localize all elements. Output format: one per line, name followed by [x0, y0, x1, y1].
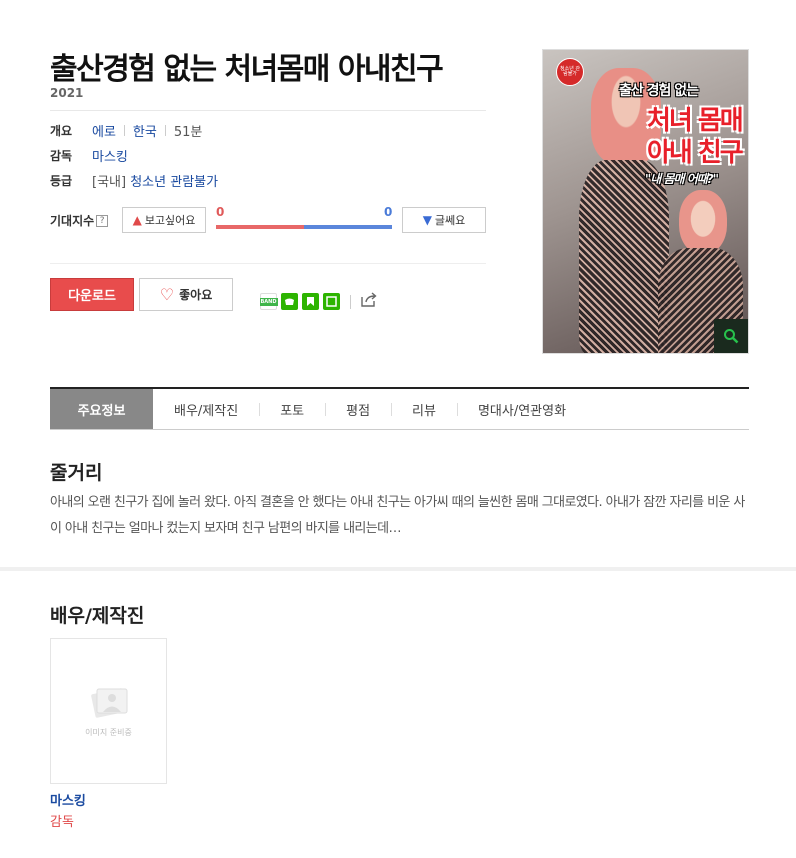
want-to-see-button[interactable]: ▲ 보고싶어요	[122, 207, 206, 233]
rating-label: 등급	[50, 173, 73, 188]
want-bar-fill	[216, 225, 304, 229]
movie-poster[interactable]: 청소년 관람불가 출산 경험 없는 처녀 몸매 아내 친구 "내 몸매 어때?"	[542, 49, 749, 354]
tab-rating[interactable]: 평점	[325, 389, 391, 429]
cast-section-title: 배우/제작진	[50, 605, 145, 627]
tab-bar: 주요정보 배우/제작진 포토 평점 리뷰 명대사/연관영화	[50, 389, 749, 430]
thumbs-down-icon: ▼	[422, 213, 432, 227]
green-icon[interactable]	[281, 293, 298, 310]
rating-row: 등급 [국내] 청소년 관람불가	[50, 171, 218, 190]
tab-photo[interactable]: 포토	[259, 389, 325, 429]
divider	[164, 124, 166, 136]
director-label: 감독	[50, 148, 73, 163]
tab-review[interactable]: 리뷰	[391, 389, 457, 429]
poster-figure	[679, 190, 727, 254]
cast-photo[interactable]: 이미지 준비중	[50, 638, 167, 784]
movie-title: 출산경험 없는 처녀몸매 아내친구	[50, 52, 444, 87]
not-sure-button[interactable]: ▼ 글쎄요	[402, 207, 486, 233]
line-icon[interactable]	[323, 293, 340, 310]
genre-link[interactable]: 에로	[92, 121, 116, 140]
tab-main-info[interactable]: 주요정보	[50, 389, 153, 429]
want-count: 0	[216, 205, 225, 219]
synopsis-text: 아내의 오랜 친구가 집에 놀러 왔다. 아직 결혼을 안 했다는 아내 친구는…	[50, 495, 745, 536]
bookmark-icon[interactable]	[302, 293, 319, 310]
share-icon[interactable]	[361, 292, 377, 311]
meh-count: 0	[384, 205, 393, 219]
rating-badge: 청소년 관람불가	[556, 58, 584, 86]
rating-link[interactable]: 청소년 관람불가	[130, 171, 218, 190]
share-bar: BAND	[259, 292, 377, 311]
band-icon[interactable]: BAND	[259, 293, 278, 310]
like-button[interactable]: ♡ 좋아요	[139, 278, 233, 311]
synopsis-title: 줄거리	[50, 462, 103, 484]
tab-cast[interactable]: 배우/제작진	[153, 389, 259, 429]
thumbs-up-icon: ▲	[132, 213, 142, 227]
zoom-button[interactable]	[714, 319, 748, 353]
image-placeholder-icon	[91, 688, 128, 718]
runtime: 51분	[173, 124, 203, 140]
expectation-bar	[216, 225, 392, 229]
overview-row: 개요 에로 한국 51분	[50, 121, 203, 140]
cast-role: 감독	[50, 815, 74, 830]
download-button[interactable]: 다운로드	[50, 278, 134, 311]
magnifier-icon	[724, 329, 739, 344]
help-icon[interactable]: ?	[96, 214, 109, 227]
expectation-label: 기대지수 ?	[50, 212, 109, 229]
poster-text: 출산 경험 없는	[619, 83, 699, 99]
overview-label: 개요	[50, 123, 73, 138]
rating-prefix: [국내]	[92, 174, 127, 190]
poster-figure	[579, 160, 669, 353]
country-link[interactable]: 한국	[133, 121, 157, 140]
divider	[350, 294, 351, 309]
poster-text: "내 몸매 어때?"	[645, 172, 719, 186]
section-divider	[0, 567, 796, 571]
divider	[50, 110, 486, 111]
director-link[interactable]: 마스킹	[92, 146, 128, 165]
poster-text: 아내 친구	[647, 138, 744, 168]
heart-icon: ♡	[159, 285, 175, 304]
divider	[123, 124, 125, 136]
placeholder-text: 이미지 준비중	[85, 728, 132, 737]
cast-name[interactable]: 마스킹	[50, 790, 86, 809]
expectation-index: 기대지수 ? ▲ 보고싶어요 0 0 ▼ 글쎄요	[50, 205, 486, 233]
divider	[50, 263, 486, 264]
director-row: 감독 마스킹	[50, 146, 128, 165]
tab-quotes[interactable]: 명대사/연관영화	[456, 389, 587, 429]
movie-year: 2021	[50, 86, 84, 100]
meh-bar-fill	[304, 225, 392, 229]
